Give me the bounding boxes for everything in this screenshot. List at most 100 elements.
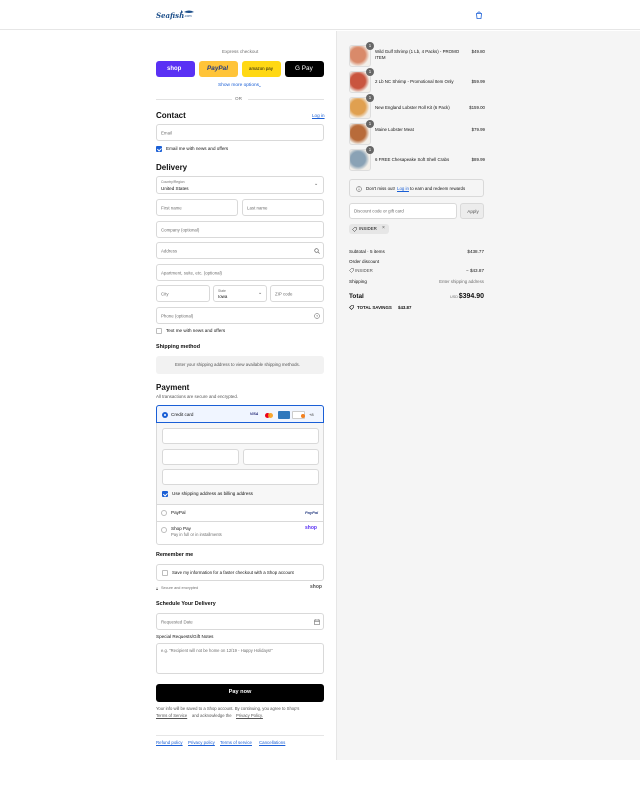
paypal-option[interactable]: PayPal PayPal — [156, 505, 324, 522]
contact-heading: Contact — [156, 111, 186, 120]
paypal-label: PayPal — [207, 65, 228, 72]
city-field[interactable]: City — [156, 285, 210, 302]
requested-date-field[interactable]: Requested Date — [156, 613, 324, 630]
chevron-down-icon: ⌄ — [258, 83, 262, 88]
show-more-options-link[interactable]: Show more options — [218, 83, 259, 89]
card-cvv-field[interactable] — [243, 449, 319, 465]
shipping-method-box: Enter your shipping address to view avai… — [156, 356, 324, 374]
card-number-field[interactable] — [162, 428, 319, 444]
email-news-checkbox[interactable] — [156, 146, 162, 152]
amex-icon — [278, 410, 290, 419]
google-pay-button[interactable]: G Pay — [285, 61, 324, 77]
company-field[interactable]: Company (optional) — [156, 221, 324, 238]
first-name-field[interactable]: First name — [156, 199, 238, 216]
cart-bag-icon[interactable] — [474, 10, 484, 20]
rewards-notice: Don't miss out! Log in to earn and redee… — [349, 179, 484, 197]
quantity-badge: 1 — [366, 42, 374, 50]
apartment-field[interactable]: Apartment, suite, etc. (optional) — [156, 264, 324, 281]
mastercard-icon — [264, 412, 274, 419]
zip-placeholder: ZIP code — [275, 291, 293, 296]
chevron-down-icon: ⌄ — [314, 181, 319, 187]
secure-label: Secure and encrypted — [161, 586, 199, 590]
discount-code-placeholder: Discount code or gift card — [354, 208, 404, 214]
header: Seafish .com — [0, 0, 640, 30]
discount-code-field[interactable]: Discount code or gift card — [349, 203, 457, 219]
last-name-field[interactable]: Last name — [242, 199, 324, 216]
item-price: $79.99 — [471, 127, 485, 132]
item-price: $89.99 — [471, 157, 485, 162]
address-placeholder: Address — [161, 248, 178, 253]
chevron-down-icon: ⌄ — [258, 289, 263, 296]
amazon-pay-button[interactable]: amazon pay — [242, 61, 281, 77]
terms-of-service-footer-link[interactable]: Terms of service — [220, 740, 252, 745]
search-icon — [314, 248, 320, 254]
item-name: 2 Lb NC Shrimp - Promotional Item Only — [375, 79, 454, 84]
divider-right — [248, 99, 324, 100]
paypal-logo: PayPal — [305, 510, 319, 515]
remember-me-heading: Remember me — [156, 552, 194, 558]
item-price: $159.00 — [469, 105, 485, 110]
cancellations-link[interactable]: Cancellations — [259, 740, 285, 745]
remember-me-box: Save my information for a faster checkou… — [156, 564, 324, 581]
rewards-login-link[interactable]: Log in — [397, 186, 409, 191]
terms-of-service-link[interactable]: Terms of Service — [156, 713, 187, 718]
pay-now-label: Pay now — [228, 689, 252, 695]
first-name-placeholder: First name — [161, 205, 182, 210]
logo-text: Seafish — [156, 11, 185, 20]
text-news-checkbox[interactable] — [156, 328, 162, 334]
paypal-button[interactable]: PayPal — [199, 61, 238, 77]
pay-now-button[interactable]: Pay now — [156, 684, 324, 702]
company-placeholder: Company (optional) — [161, 227, 200, 232]
credit-card-option[interactable]: Credit card VISA +8 — [156, 405, 324, 423]
billing-same-checkbox[interactable] — [162, 491, 168, 497]
billing-same-label: Use shipping address as billing address — [172, 491, 253, 496]
brand-logo[interactable]: Seafish .com — [156, 8, 196, 22]
email-field[interactable]: Email — [156, 124, 324, 141]
privacy-policy-link[interactable]: Privacy Policy. — [236, 713, 263, 718]
tag-icon — [349, 305, 354, 310]
shipping-method-message: Enter your shipping address to view avai… — [175, 361, 300, 367]
city-placeholder: City — [161, 291, 169, 296]
card-expiry-field[interactable] — [162, 449, 239, 465]
calendar-icon[interactable] — [314, 619, 320, 625]
zip-field[interactable]: ZIP code — [270, 285, 324, 302]
apartment-placeholder: Apartment, suite, etc. (optional) — [161, 270, 223, 275]
help-icon[interactable]: ? — [314, 313, 320, 319]
visa-icon: VISA — [250, 411, 259, 416]
shop-pay-option[interactable]: Shop Pay Pay in full or in installments … — [156, 522, 324, 544]
shop-pay-radio[interactable] — [161, 527, 167, 533]
item-name: Maine Lobster Meat — [375, 127, 414, 132]
express-title: Express checkout — [222, 49, 259, 54]
country-select[interactable]: Country/Region United States ⌄ — [156, 176, 324, 194]
state-select[interactable]: State Iowa ⌄ — [213, 285, 267, 302]
last-name-placeholder: Last name — [247, 205, 268, 210]
address-field[interactable]: Address — [156, 242, 324, 259]
shipping-value: Enter shipping address — [439, 279, 484, 284]
login-link[interactable]: Log in — [312, 113, 325, 119]
quantity-badge: 1 — [366, 146, 374, 154]
item-name: 6 FREE Chesapeake Soft Shell Crabs — [375, 157, 450, 162]
subtotal-value: $438.77 — [467, 249, 484, 254]
email-placeholder: Email — [161, 130, 172, 135]
shop-pay-button[interactable]: shop — [156, 61, 195, 77]
privacy-policy-footer-link[interactable]: Privacy policy — [188, 740, 215, 745]
phone-field[interactable]: Phone (optional) ? — [156, 307, 324, 324]
logo-sub: .com — [184, 14, 192, 18]
item-name: New England Lobster Roll Kit (6 Pack) — [375, 105, 450, 110]
paypal-radio[interactable] — [161, 510, 167, 516]
apply-button[interactable]: Apply — [460, 203, 484, 219]
phone-placeholder: Phone (optional) — [161, 313, 194, 318]
remember-me-checkbox[interactable] — [162, 570, 168, 576]
remove-discount-icon[interactable]: × — [382, 226, 385, 231]
credit-card-radio[interactable] — [162, 411, 168, 418]
refund-policy-link[interactable]: Refund policy — [156, 740, 183, 745]
email-news-label: Email me with news and offers — [166, 146, 229, 151]
item-price: $59.99 — [471, 79, 485, 84]
paypal-option-label: PayPal — [171, 510, 186, 515]
schedule-heading: Schedule Your Delivery — [156, 601, 216, 607]
gift-notes-textarea[interactable]: e.g. "Recipient will not be home on 12/1… — [156, 643, 324, 674]
discount-code-label: INSIDER — [355, 268, 373, 273]
cart-item: 1 New England Lobster Roll Kit (6 Pack) … — [349, 94, 485, 121]
card-form — [156, 423, 324, 485]
card-name-field[interactable] — [162, 469, 319, 485]
